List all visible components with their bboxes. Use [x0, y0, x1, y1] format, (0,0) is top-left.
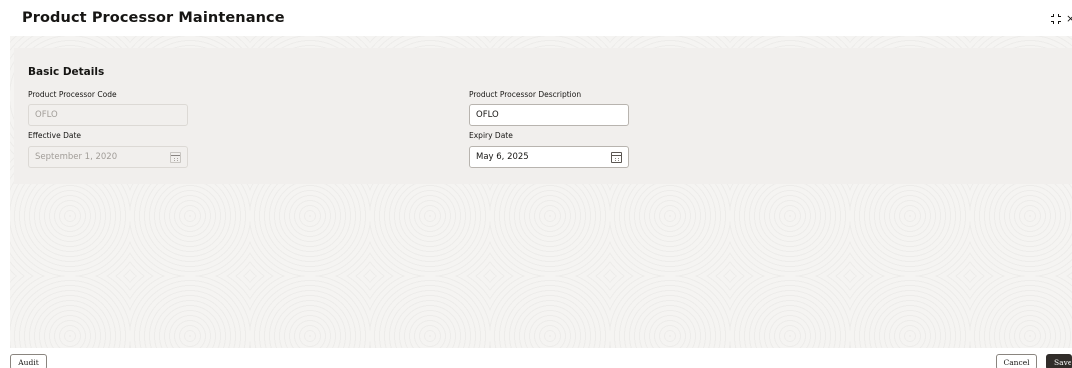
product-processor-description-field[interactable]	[469, 104, 629, 126]
product-processor-code-label: Product Processor Code	[28, 90, 117, 99]
expand-icon[interactable]	[1050, 13, 1062, 25]
product-processor-description-label: Product Processor Description	[469, 90, 582, 99]
product-processor-description-input[interactable]	[476, 110, 622, 120]
product-processor-code-field	[28, 104, 188, 126]
save-button[interactable]: Save	[1046, 354, 1072, 368]
page-title: Product Processor Maintenance	[22, 10, 285, 26]
calendar-icon[interactable]	[611, 152, 622, 163]
header-actions: ×	[1050, 12, 1072, 25]
page-header: Product Processor Maintenance ×	[0, 0, 1072, 36]
close-icon[interactable]: ×	[1066, 12, 1072, 25]
audit-button[interactable]: Audit	[10, 354, 47, 368]
effective-date-field	[28, 146, 188, 168]
calendar-icon	[170, 152, 181, 163]
effective-date-label: Effective Date	[28, 131, 82, 140]
effective-date-input	[35, 152, 181, 162]
expiry-date-label: Expiry Date	[469, 131, 513, 140]
section-title-basic-details: Basic Details	[28, 66, 105, 78]
expiry-date-field[interactable]	[469, 146, 629, 168]
expiry-date-input[interactable]	[476, 152, 622, 162]
footer-bar	[0, 348, 1072, 368]
product-processor-code-input	[35, 110, 181, 120]
cancel-button[interactable]: Cancel	[996, 354, 1037, 368]
